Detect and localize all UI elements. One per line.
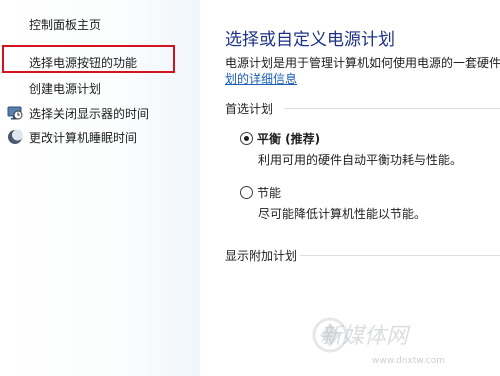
power-saver-plan-description: 尽可能降低计算机性能以节能。: [258, 207, 427, 221]
page-title: 选择或自定义电源计划: [225, 30, 395, 50]
show-additional-plans-toggle[interactable]: 显示附加计划: [225, 247, 297, 264]
sidebar-item-power-button-function[interactable]: 选择电源按钮的功能: [29, 55, 137, 71]
sidebar-item-create-power-plan[interactable]: 创建电源计划: [29, 81, 101, 97]
page-description: 电源计划是用于管理计算机如何使用电源的一套硬件: [225, 56, 500, 70]
sidebar: 控制面板主页 选择电源按钮的功能 创建电源计划 选择关闭显示器的时间 更改计算机…: [0, 0, 200, 376]
balanced-plan-radio[interactable]: [240, 132, 253, 145]
learn-more-link[interactable]: 划的详细信息: [225, 70, 297, 87]
balanced-plan-name[interactable]: 平衡 (推荐): [257, 130, 320, 147]
balanced-plan-description: 利用可用的硬件自动平衡功耗与性能。: [258, 153, 463, 167]
moon-sleep-icon: [8, 129, 23, 144]
watermark-url: www.dnxtw.com: [372, 356, 446, 366]
sidebar-item-display-off-time[interactable]: 选择关闭显示器的时间: [29, 106, 149, 122]
control-panel-home-link[interactable]: 控制面板主页: [29, 17, 101, 33]
section-divider: [284, 108, 500, 109]
preferred-plans-heading: 首选计划: [225, 102, 274, 116]
watermark-text: 新媒体网: [320, 324, 409, 349]
section-divider: [300, 255, 500, 256]
sidebar-item-sleep-time[interactable]: 更改计算机睡眠时间: [29, 130, 137, 146]
display-clock-icon: [7, 106, 23, 120]
radio-selected-dot: [244, 136, 249, 141]
power-saver-plan-name[interactable]: 节能: [257, 184, 281, 201]
power-saver-plan-radio[interactable]: [240, 186, 253, 199]
